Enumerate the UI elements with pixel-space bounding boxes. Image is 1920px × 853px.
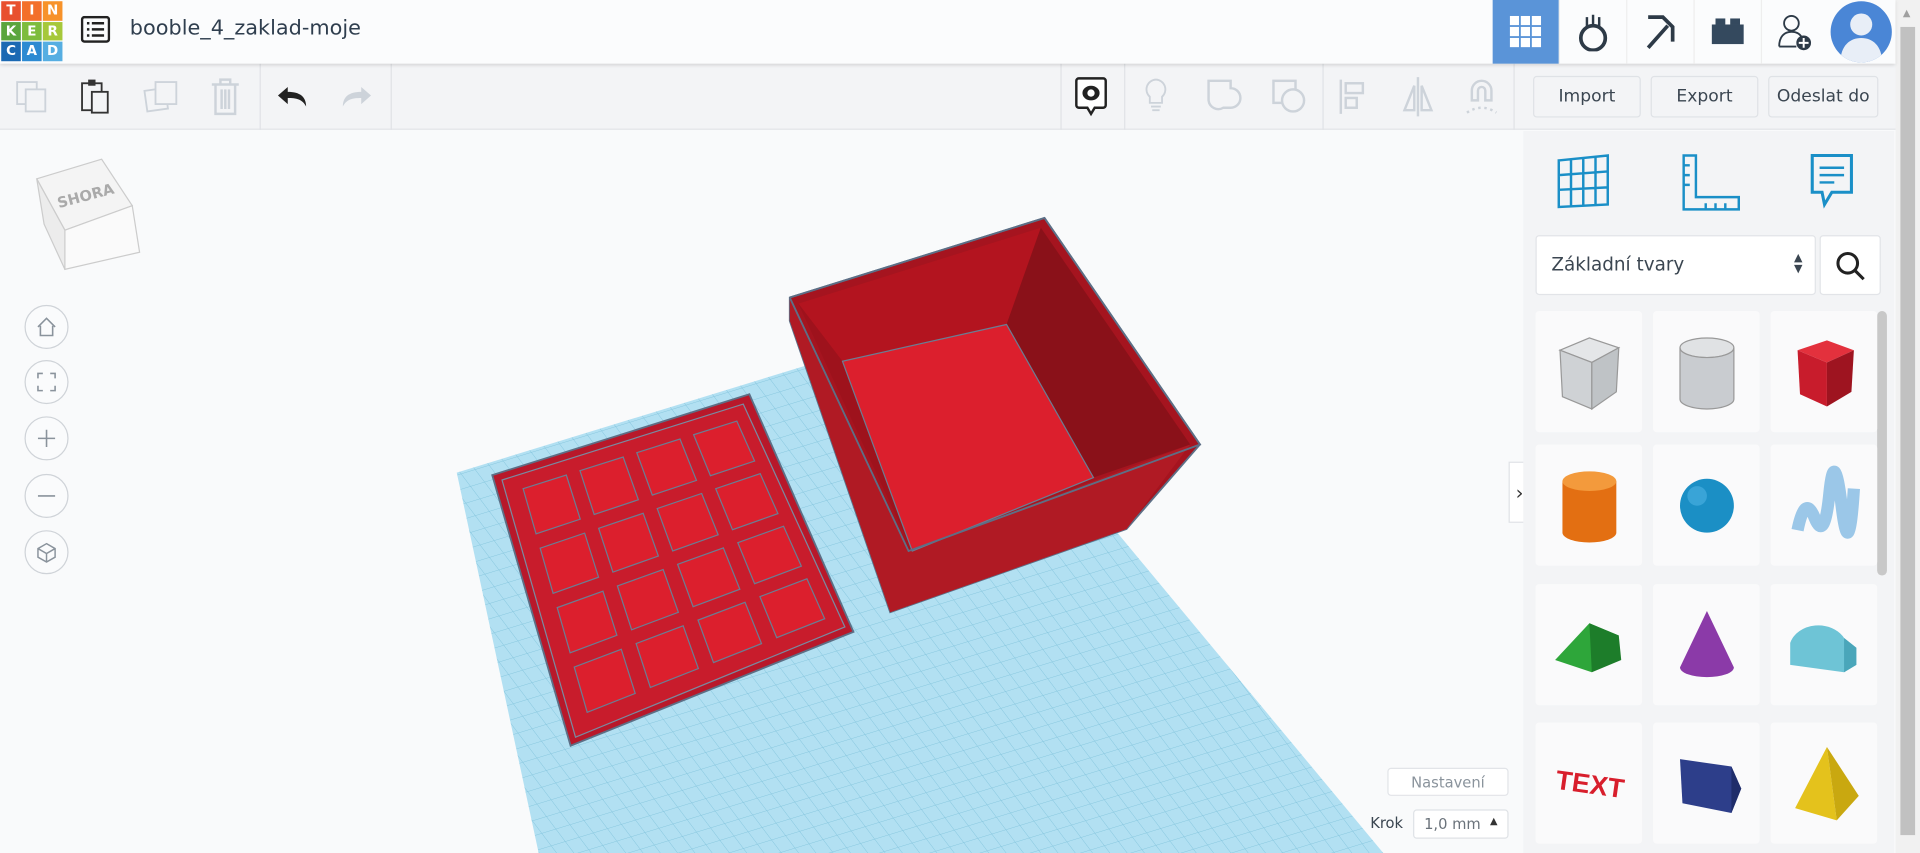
add-user-icon[interactable]	[1760, 0, 1827, 64]
box-hole-shape[interactable]	[1535, 311, 1643, 433]
fit-view-button[interactable]	[24, 360, 69, 405]
view-cube[interactable]: SHORA	[34, 157, 144, 278]
polygon-shape[interactable]	[1653, 722, 1760, 844]
fit-view-icon	[37, 372, 56, 392]
box-icon	[1796, 339, 1854, 406]
ruler-icon[interactable]	[1680, 153, 1741, 217]
perspective-button[interactable]	[24, 530, 69, 575]
paste-icon[interactable]	[71, 76, 120, 118]
divider	[1513, 63, 1515, 130]
svg-text:TEXT: TEXT	[1553, 764, 1626, 803]
cylinder-shape[interactable]	[1535, 444, 1643, 566]
divider	[1124, 63, 1126, 130]
logo-letter: A	[22, 41, 42, 61]
lego-brick-icon[interactable]	[1693, 0, 1759, 64]
lightbulb-icon[interactable]	[1131, 76, 1180, 118]
send-to-button[interactable]: Odeslat do	[1768, 75, 1879, 118]
redo-icon[interactable]	[332, 76, 381, 118]
mirror-icon[interactable]	[1393, 76, 1442, 118]
align-icon[interactable]	[1329, 76, 1378, 118]
step-select[interactable]: 1,0 mm ▲	[1413, 809, 1509, 839]
search-icon	[1836, 251, 1865, 280]
design-list-icon[interactable]	[80, 15, 111, 48]
step-label: Krok	[1370, 814, 1404, 832]
box-hole-icon	[1557, 336, 1620, 410]
logo-letter: N	[42, 1, 63, 21]
notes-icon[interactable]	[1807, 153, 1856, 214]
logo-letter: E	[22, 21, 42, 41]
pyramid-icon	[1794, 746, 1859, 820]
pyramid-shape[interactable]	[1770, 722, 1878, 844]
caret-up-icon: ▲	[1490, 815, 1498, 827]
round-roof-icon	[1789, 624, 1856, 672]
cylinder-icon	[1561, 470, 1616, 542]
text-icon: TEXT	[1553, 764, 1626, 803]
logo-letter: C	[1, 41, 21, 61]
logo-letter: K	[1, 21, 21, 41]
logo-letter: R	[42, 21, 63, 41]
delete-icon[interactable]	[201, 76, 250, 118]
edit-toolbar: Import Export Odeslat do	[0, 63, 1896, 130]
cylinder-hole-icon	[1678, 336, 1734, 409]
text-shape[interactable]: TEXT	[1535, 722, 1643, 844]
logo-letter: T	[1, 1, 21, 21]
workplane-grid-icon[interactable]	[1555, 153, 1611, 217]
page-scrollbar[interactable]: ▲	[1895, 0, 1920, 853]
scribble-shape[interactable]	[1770, 444, 1878, 566]
step-value: 1,0 mm	[1424, 815, 1481, 833]
home-icon	[37, 317, 56, 337]
scroll-up-icon[interactable]: ▲	[1903, 7, 1911, 18]
scribble-icon	[1790, 464, 1860, 539]
ungroup-icon[interactable]	[1265, 76, 1314, 118]
home-view-button[interactable]	[24, 304, 69, 349]
tinkercad-logo[interactable]: TIN KER CAD	[0, 0, 63, 61]
sort-arrows-icon: ▲ ▼	[1793, 252, 1803, 276]
import-button[interactable]: Import	[1533, 75, 1641, 118]
divider	[390, 63, 392, 130]
logo-letter: I	[22, 1, 42, 21]
search-button[interactable]	[1819, 235, 1881, 296]
sphere-icon	[1679, 478, 1734, 533]
top-header: TIN KER CAD booble_4_zaklad-moje	[0, 0, 1896, 64]
export-button[interactable]: Export	[1650, 75, 1759, 118]
logo-letter: D	[42, 41, 63, 61]
minus-icon	[37, 495, 56, 497]
zoom-out-button[interactable]	[24, 473, 69, 518]
group-icon[interactable]	[1200, 76, 1249, 118]
cylinder-hole-shape[interactable]	[1653, 311, 1760, 433]
box-shape[interactable]	[1770, 311, 1878, 433]
undo-icon[interactable]	[268, 76, 317, 118]
circuits-icon[interactable]	[1558, 0, 1625, 64]
show-hidden-eye-icon[interactable]	[1067, 76, 1116, 118]
design-title[interactable]: booble_4_zaklad-moje	[130, 16, 361, 40]
settings-button[interactable]: Nastavení	[1387, 767, 1509, 796]
sphere-shape[interactable]	[1653, 444, 1760, 566]
scrollbar-thumb[interactable]	[1900, 26, 1916, 836]
roof-shape[interactable]	[1535, 584, 1643, 706]
cone-shape[interactable]	[1653, 584, 1760, 706]
panel-scrollbar[interactable]	[1877, 311, 1887, 576]
copy-icon[interactable]	[7, 76, 56, 118]
3d-design-icon[interactable]	[1492, 0, 1559, 64]
divider	[1322, 63, 1324, 130]
divider	[259, 63, 261, 130]
zoom-in-button[interactable]	[24, 416, 69, 461]
category-value: Základní tvary	[1551, 253, 1685, 276]
roof-icon	[1554, 622, 1621, 672]
divider	[1060, 63, 1062, 130]
round-roof-shape[interactable]	[1770, 584, 1878, 706]
duplicate-icon[interactable]	[137, 76, 186, 118]
cube-icon	[37, 542, 56, 563]
plus-icon	[37, 429, 56, 447]
minecraft-pickaxe-icon[interactable]	[1626, 0, 1692, 64]
avatar[interactable]	[1830, 1, 1892, 63]
cruise-magnet-icon[interactable]	[1457, 76, 1506, 118]
shapes-panel: Základní tvary ▲ ▼ TEXT	[1523, 131, 1895, 853]
cone-icon	[1679, 610, 1734, 677]
polygon-icon	[1679, 758, 1741, 813]
shape-category-select[interactable]: Základní tvary ▲ ▼	[1535, 235, 1816, 296]
